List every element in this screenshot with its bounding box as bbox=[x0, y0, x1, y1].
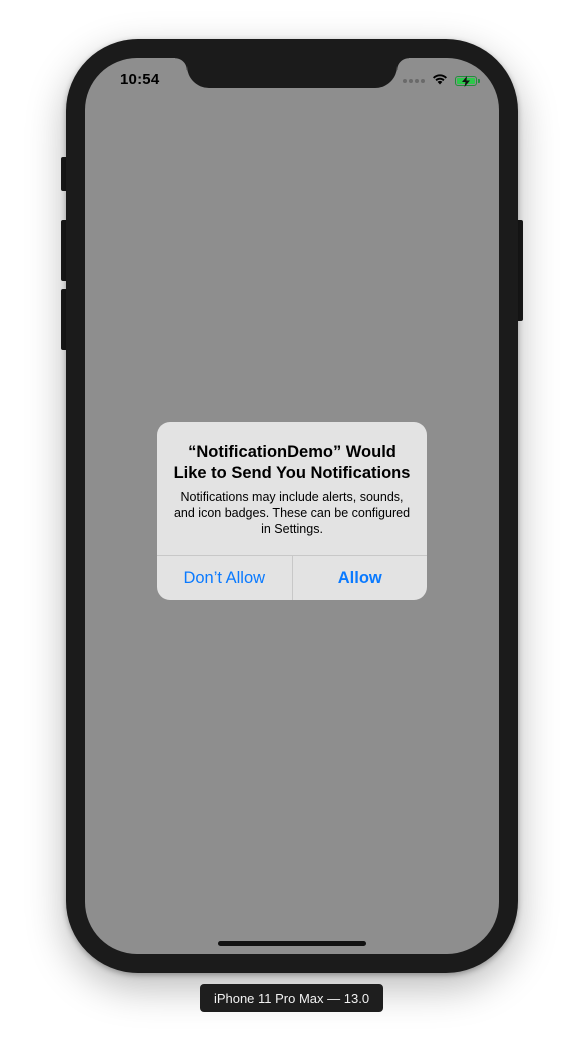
battery-charging-icon bbox=[455, 76, 480, 87]
allow-button[interactable]: Allow bbox=[293, 556, 428, 600]
alert-message: Notifications may include alerts, sounds… bbox=[173, 490, 411, 536]
status-bar-indicators bbox=[403, 72, 480, 90]
status-bar-time: 10:54 bbox=[120, 71, 160, 88]
notification-permission-alert: “NotificationDemo” Would Like to Send Yo… bbox=[157, 422, 427, 600]
cellular-signal-icon bbox=[403, 79, 425, 83]
notch bbox=[175, 58, 409, 88]
wifi-icon bbox=[432, 72, 448, 90]
home-indicator[interactable] bbox=[218, 941, 366, 946]
alert-body: “NotificationDemo” Would Like to Send Yo… bbox=[157, 422, 427, 536]
alert-title: “NotificationDemo” Would Like to Send Yo… bbox=[173, 443, 411, 482]
alert-actions: Don’t Allow Allow bbox=[157, 555, 427, 600]
device-screen: 10:54 “NotificationDemo” Would Like to S… bbox=[85, 58, 499, 954]
simulator-device-label: iPhone 11 Pro Max — 13.0 bbox=[200, 984, 383, 1012]
simulator-stage: 10:54 “NotificationDemo” Would Like to S… bbox=[0, 0, 584, 1048]
dont-allow-button[interactable]: Don’t Allow bbox=[157, 556, 292, 600]
